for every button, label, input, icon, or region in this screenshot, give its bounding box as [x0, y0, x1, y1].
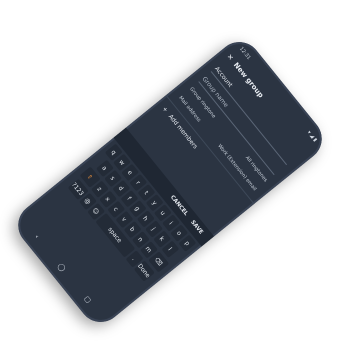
status-icons: ▾ ◢ ▮: [305, 129, 319, 143]
home-icon[interactable]: ◯: [56, 261, 67, 272]
close-icon[interactable]: ✕: [225, 52, 235, 62]
recent-apps-icon[interactable]: ▢: [82, 294, 92, 304]
save-button[interactable]: SAVE: [189, 219, 204, 235]
screenshot-stage: 12:31 ▾ ◢ ▮ ✕ New group Account Group na…: [0, 0, 340, 363]
phone-device: 12:31 ▾ ◢ ▮ ✕ New group Account Group na…: [9, 32, 331, 331]
add-icon: +: [160, 104, 170, 113]
back-icon[interactable]: ‹: [33, 232, 41, 239]
keyboard: qwertyuiop asdfghjkl ⇧ z x c v b n m ⌫ ?123 @ ☺ spa…: [34, 142, 198, 310]
